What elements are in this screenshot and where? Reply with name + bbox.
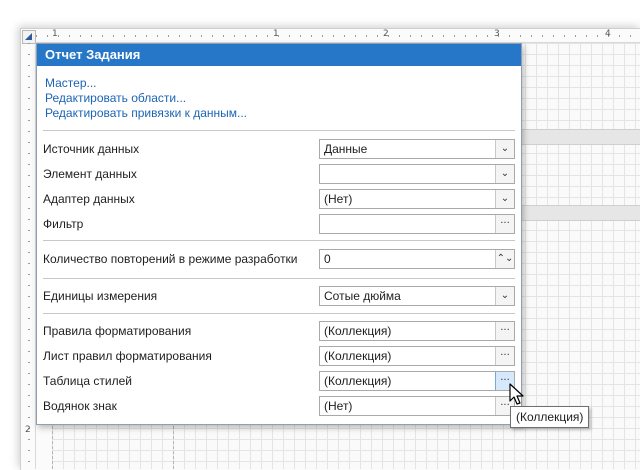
divider: [43, 278, 515, 279]
property-value: 0: [324, 252, 331, 266]
ellipsis-icon[interactable]: ···: [495, 322, 514, 340]
spinner-icon[interactable]: ⌃⌄: [495, 250, 514, 268]
property-label: Таблица стилей: [43, 374, 132, 388]
property-value: (Коллекция): [324, 374, 392, 388]
design-repeat-row: Количество повторений в режиме разработк…: [43, 249, 517, 271]
mouse-pointer-icon: [509, 383, 524, 405]
measure-units-dropdown[interactable]: Сотые дюйма ⌄: [319, 286, 515, 306]
divider: [43, 240, 515, 241]
task-links: Мастер... Редактировать области... Редак…: [37, 66, 521, 121]
filter-row: Фильтр ···: [43, 214, 517, 236]
ellipsis-icon[interactable]: ···: [495, 347, 514, 365]
ruler-mark: 4: [605, 29, 611, 39]
chevron-down-icon[interactable]: ⌄: [495, 140, 514, 158]
ruler-mark: 1: [273, 29, 279, 39]
property-value: (Коллекция): [324, 324, 392, 338]
property-value: (Нет): [324, 192, 353, 206]
vertical-ruler: [22, 43, 36, 469]
panel-title: Отчет Задания: [37, 44, 521, 66]
ruler-mark: 3: [494, 29, 500, 39]
property-label: Источник данных: [43, 142, 140, 156]
chevron-down-icon[interactable]: ⌄: [495, 190, 514, 208]
property-label: Лист правил форматирования: [43, 349, 212, 363]
property-label: Водянок знак: [43, 399, 117, 413]
watermark-field[interactable]: (Нет) ···: [319, 396, 515, 416]
design-repeat-spinner[interactable]: 0 ⌃⌄: [319, 249, 515, 269]
property-value: (Нет): [324, 399, 353, 413]
filter-field[interactable]: ···: [319, 214, 515, 234]
ruler-corner-button[interactable]: [22, 30, 36, 44]
ruler-mark: 2: [25, 425, 31, 435]
divider: [43, 130, 515, 131]
property-label: Адаптер данных: [43, 192, 135, 206]
edit-bindings-link[interactable]: Редактировать привязки к данным...: [45, 106, 521, 121]
formatting-rules-field[interactable]: (Коллекция) ···: [319, 321, 515, 341]
wizard-link[interactable]: Мастер...: [45, 76, 521, 91]
property-value: (Коллекция): [324, 349, 392, 363]
data-member-dropdown[interactable]: ⌄: [319, 164, 515, 184]
property-label: Фильтр: [43, 217, 84, 231]
property-label: Элемент данных: [43, 167, 137, 181]
chevron-down-icon[interactable]: ⌄: [495, 287, 514, 305]
formatting-rule-sheet-field[interactable]: (Коллекция) ···: [319, 346, 515, 366]
data-adapter-row: Адаптер данных (Нет) ⌄: [43, 189, 517, 211]
formatting-rule-sheet-row: Лист правил форматирования (Коллекция) ·…: [43, 346, 517, 368]
measure-units-row: Единицы измерения Сотые дюйма ⌄: [43, 286, 517, 308]
chevron-down-icon[interactable]: ⌄: [495, 165, 514, 183]
property-label: Количество повторений в режиме разработк…: [43, 252, 298, 266]
tooltip: (Коллекция): [510, 406, 590, 428]
horizontal-ruler: 1 1 2 3 4: [36, 29, 640, 43]
property-value: Сотые дюйма: [324, 289, 401, 303]
property-label: Единицы измерения: [43, 289, 158, 303]
ruler-mark: 2: [383, 29, 389, 39]
watermark-row: Водянок знак (Нет) ···: [43, 396, 517, 418]
ellipsis-icon[interactable]: ···: [495, 215, 514, 233]
property-label: Правила форматирования: [43, 324, 192, 338]
report-tasks-panel: Отчет Задания Мастер... Редактировать об…: [36, 43, 522, 425]
divider: [43, 313, 515, 314]
style-sheet-field[interactable]: (Коллекция) ···: [319, 371, 515, 391]
formatting-rules-row: Правила форматирования (Коллекция) ···: [43, 321, 517, 343]
data-source-row: Источник данных Данные ⌄: [43, 139, 517, 161]
ruler-mark: 1: [52, 29, 58, 39]
style-sheet-row: Таблица стилей (Коллекция) ···: [43, 371, 517, 393]
property-value: Данные: [324, 142, 368, 156]
edit-bands-link[interactable]: Редактировать области...: [45, 91, 521, 106]
data-member-row: Элемент данных ⌄: [43, 164, 517, 186]
data-adapter-dropdown[interactable]: (Нет) ⌄: [319, 189, 515, 209]
data-source-dropdown[interactable]: Данные ⌄: [319, 139, 515, 159]
